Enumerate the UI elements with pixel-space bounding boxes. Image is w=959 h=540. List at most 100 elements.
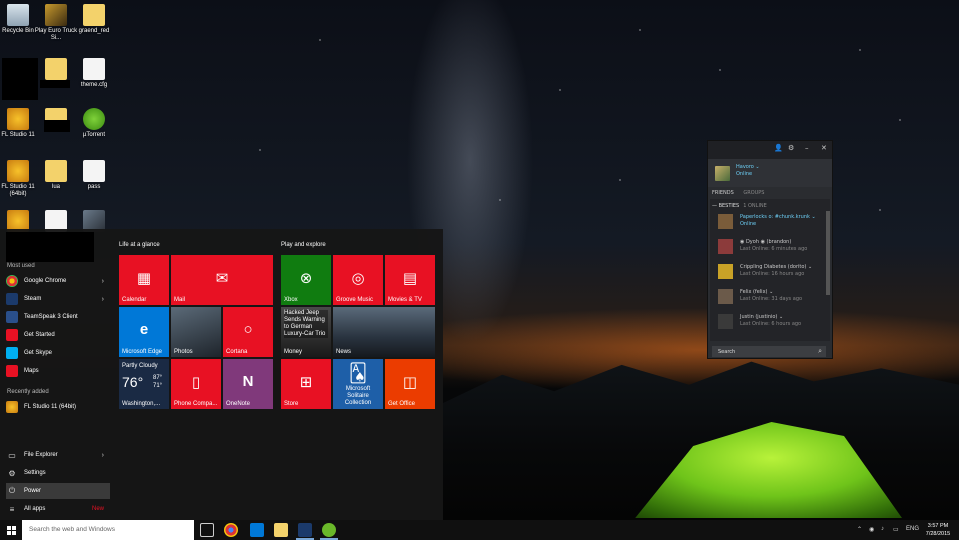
envelope-icon: ✉ — [215, 270, 229, 287]
minimize-icon[interactable]: – — [805, 144, 809, 152]
skype-icon — [6, 347, 18, 359]
tile-phone-companion[interactable]: ▯ Phone Compa... — [171, 359, 221, 409]
steam-status: Online — [736, 171, 753, 177]
friend-group-header[interactable]: — BESTIES 1 ONLINE — [712, 203, 767, 209]
file-icon — [83, 58, 105, 80]
steam-profile[interactable]: Havoro ⌄ Online — [708, 159, 832, 187]
close-icon[interactable]: ✕ — [821, 144, 827, 152]
taskbar-search-input[interactable]: Search the web and Windows — [22, 520, 194, 540]
gear-icon: ⚙ — [8, 468, 16, 478]
steam-title-bar[interactable]: 👤 ⚙ – ✕ — [708, 141, 832, 159]
chevron-up-icon[interactable]: ⌃ — [857, 526, 862, 533]
redacted-label — [44, 120, 70, 132]
recycle-bin-icon — [7, 4, 29, 26]
steam-friends-window: 👤 ⚙ – ✕ Havoro ⌄ Online FRIENDS GROUPS —… — [707, 140, 833, 359]
utorrent-icon — [83, 108, 105, 130]
tab-groups[interactable]: GROUPS — [743, 190, 764, 196]
tile-solitaire[interactable]: 🂡 Microsoft Solitaire Collection — [333, 359, 383, 409]
tile-weather[interactable]: Partly Cloudy 76° 87° 71° Washington,... — [119, 359, 169, 409]
avatar[interactable] — [715, 166, 730, 181]
menu-item-fl-studio[interactable]: FL Studio 11 (64bit) — [6, 399, 110, 415]
menu-item-get-started[interactable]: Get Started — [6, 327, 110, 343]
menu-item-power[interactable]: ⏻ Power — [6, 483, 110, 499]
chevron-right-icon[interactable]: › — [102, 452, 104, 459]
steam-icon[interactable] — [298, 523, 312, 537]
cortana-ring-icon: ○ — [243, 321, 253, 338]
euro-truck-icon — [45, 4, 67, 26]
folder-graend-red-desktop-icon[interactable]: graend_red — [70, 4, 118, 35]
system-clock[interactable]: 3:57 PM 7/28/2015 — [920, 522, 956, 538]
tile-xbox[interactable]: ⊗ Xbox — [281, 255, 331, 305]
theme-cfg-desktop-icon[interactable]: theme.cfg — [70, 58, 118, 89]
friend-row[interactable]: ◉ Dyoh ◉ (brandon) Last Online: 6 minute… — [712, 237, 826, 257]
windows-logo-icon — [7, 526, 11, 530]
menu-item-teamspeak[interactable]: TeamSpeak 3 Client — [6, 309, 110, 325]
edge-icon[interactable] — [250, 523, 264, 537]
search-icon[interactable]: ⌕ — [818, 347, 822, 356]
fl-studio-icon — [7, 160, 29, 182]
tile-groove-music[interactable]: ◎ Groove Music — [333, 255, 383, 305]
start-menu-left-pane: Most used Google Chrome › Steam › TeamSp… — [0, 229, 112, 520]
friends-scrollbar[interactable] — [826, 211, 830, 295]
menu-item-settings[interactable]: ⚙ Settings — [6, 465, 110, 481]
menu-item-get-skype[interactable]: Get Skype — [6, 345, 110, 361]
steam-tabs: FRIENDS GROUPS — [712, 190, 772, 196]
start-button[interactable] — [0, 520, 22, 540]
menu-item-file-explorer[interactable]: ▭ File Explorer › — [6, 447, 110, 463]
avatar — [718, 314, 733, 329]
tile-store[interactable]: ⊞ Store — [281, 359, 331, 409]
tile-money[interactable]: Hacked Jeep Sends Warning to German Luxu… — [281, 307, 331, 357]
friend-row[interactable]: Crippling Diabetes (dorito) ⌄ Last Onlin… — [712, 262, 826, 282]
teamspeak-icon — [6, 311, 18, 323]
tile-news[interactable]: News — [333, 307, 435, 357]
redacted-label — [40, 80, 70, 88]
phone-icon: ▯ — [191, 374, 201, 391]
friend-row[interactable]: Paperlocks o: #chunk.krunk ⌄ Online — [712, 212, 826, 232]
friend-row[interactable]: Felix (felix) ⌄ Last Online: 31 days ago — [712, 287, 826, 307]
language-indicator[interactable]: ENG — [906, 526, 919, 532]
steam-username[interactable]: Havoro ⌄ — [736, 164, 760, 170]
gear-icon[interactable]: ⚙ — [788, 144, 794, 152]
menu-item-all-apps[interactable]: ≡ All apps New — [6, 501, 110, 517]
group-title-life: Life at a glance — [119, 242, 160, 248]
chevron-right-icon[interactable]: › — [102, 278, 104, 285]
user-account-redacted[interactable] — [6, 232, 94, 262]
file-icon — [83, 160, 105, 182]
file-explorer-icon[interactable] — [274, 523, 288, 537]
taskbar: Search the web and Windows ⌃ ◉ ♪ ▭ ENG 3… — [0, 520, 959, 540]
add-friend-icon[interactable]: 👤 — [774, 144, 783, 152]
folder-icon: ▭ — [8, 450, 16, 460]
chrome-icon[interactable] — [224, 523, 238, 537]
recently-added-heading: Recently added — [7, 389, 49, 395]
tile-cortana[interactable]: ○ Cortana — [223, 307, 273, 357]
utorrent-desktop-icon[interactable]: µTorrent — [70, 108, 118, 139]
tile-calendar[interactable]: ▦ Calendar — [119, 255, 169, 305]
chevron-right-icon[interactable]: › — [102, 296, 104, 303]
get-started-icon — [6, 329, 18, 341]
tile-movies-tv[interactable]: ▤ Movies & TV — [385, 255, 435, 305]
pass-desktop-icon[interactable]: pass — [70, 160, 118, 191]
avatar — [718, 214, 733, 229]
menu-item-steam[interactable]: Steam › — [6, 291, 110, 307]
folder-icon — [45, 160, 67, 182]
menu-item-google-chrome[interactable]: Google Chrome › — [6, 273, 110, 289]
tile-photos[interactable]: Photos — [171, 307, 221, 357]
menu-item-maps[interactable]: Maps — [6, 363, 110, 379]
tile-mail[interactable]: ✉ Mail — [171, 255, 273, 305]
friend-row[interactable]: Justin (justinio) ⌄ Last Online: 6 hours… — [712, 312, 826, 332]
playing-cards-icon: 🂡 — [348, 363, 368, 383]
fl-studio-icon — [7, 108, 29, 130]
tile-microsoft-edge[interactable]: e Microsoft Edge — [119, 307, 169, 357]
network-icon[interactable]: ◉ — [869, 526, 874, 533]
tab-friends[interactable]: FRIENDS — [712, 190, 734, 196]
chrome-icon — [6, 275, 18, 287]
avatar — [718, 289, 733, 304]
tile-get-office[interactable]: ◫ Get Office — [385, 359, 435, 409]
tile-onenote[interactable]: N OneNote — [223, 359, 273, 409]
utorrent-icon[interactable] — [322, 523, 336, 537]
friends-search-input[interactable]: Search ⌕ — [712, 346, 826, 357]
keyboard-icon[interactable]: ▭ — [893, 526, 899, 533]
volume-icon[interactable]: ♪ — [881, 526, 884, 532]
avatar — [718, 264, 733, 279]
task-view-icon[interactable] — [200, 523, 214, 537]
